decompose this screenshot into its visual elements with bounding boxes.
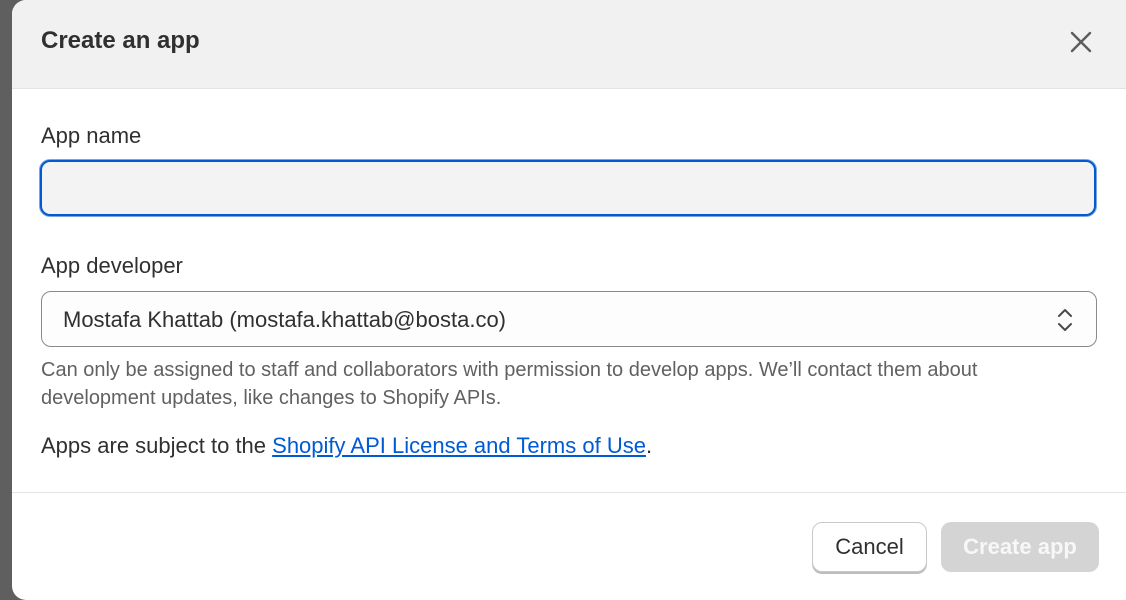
create-app-button[interactable]: Create app bbox=[941, 522, 1099, 572]
app-developer-label: App developer bbox=[41, 253, 183, 278]
footer-divider bbox=[12, 492, 1126, 493]
app-developer-help-text: Can only be assigned to staff and collab… bbox=[41, 359, 978, 409]
terms-suffix: . bbox=[645, 433, 653, 458]
terms-link[interactable]: Shopify API License and Terms of Use bbox=[272, 433, 646, 458]
app-developer-selected-value: Mostafa Khattab (mostafa.khattab@bosta.c… bbox=[63, 307, 507, 332]
modal-header: Create an app bbox=[12, 0, 1126, 89]
app-name-input[interactable] bbox=[40, 160, 1096, 216]
close-button[interactable] bbox=[1066, 27, 1096, 57]
close-icon bbox=[1070, 31, 1092, 53]
terms-prefix: Apps are subject to the bbox=[41, 433, 273, 458]
app-developer-select[interactable]: Mostafa Khattab (mostafa.khattab@bosta.c… bbox=[41, 291, 1097, 347]
chevron-up-down-icon bbox=[1058, 309, 1072, 331]
modal-title: Create an app bbox=[41, 27, 200, 54]
app-name-label: App name bbox=[41, 123, 142, 148]
terms-notice: Apps are subject to the Shopify API Lice… bbox=[41, 431, 652, 461]
cancel-button[interactable]: Cancel bbox=[812, 522, 927, 572]
create-app-modal: Create an app App name App developer Mos… bbox=[12, 0, 1126, 600]
